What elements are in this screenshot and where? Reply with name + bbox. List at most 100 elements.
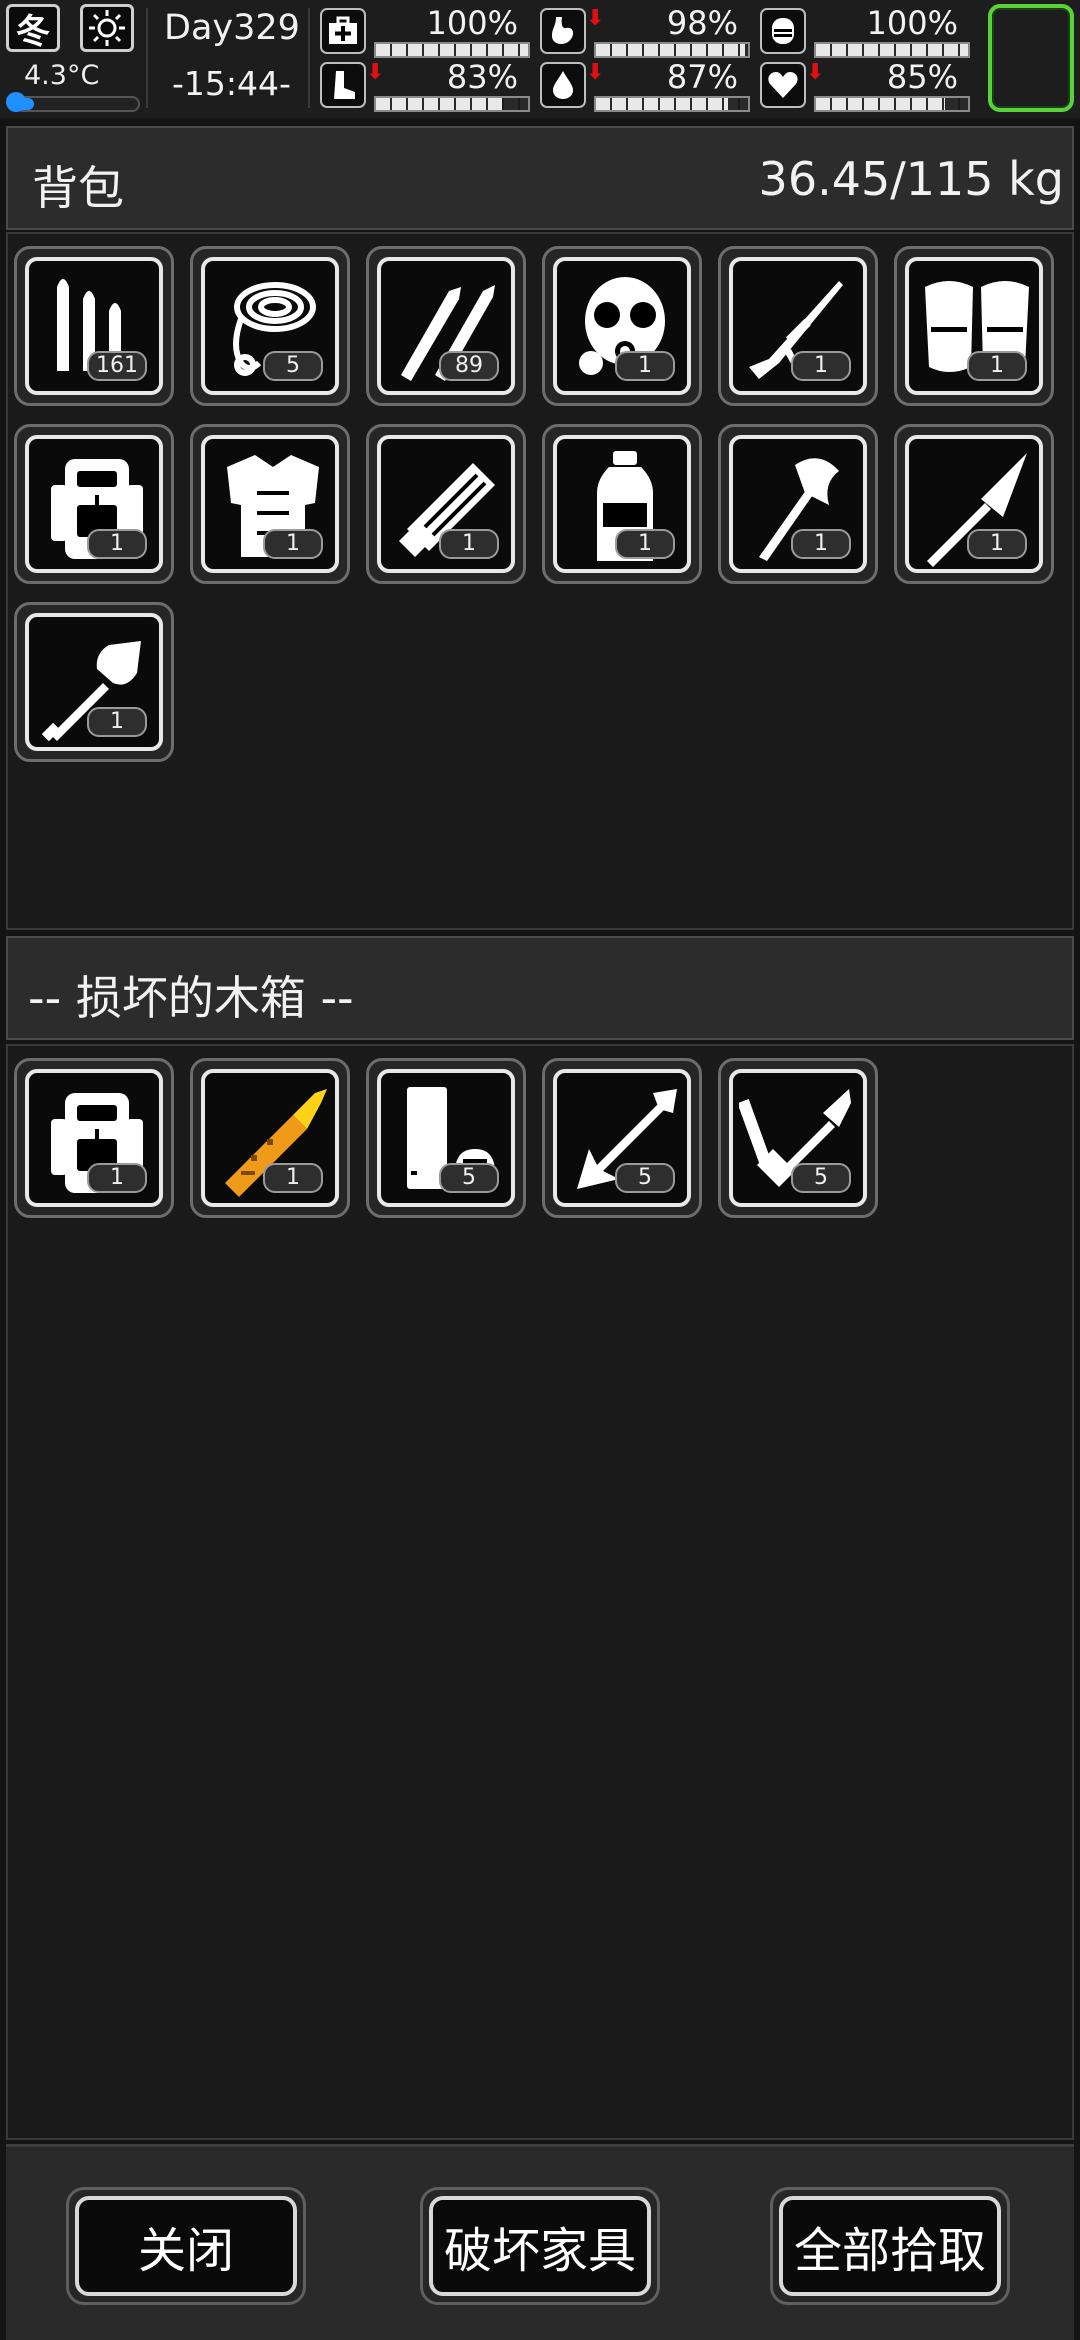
item-slot-frame: 5 xyxy=(377,1069,515,1207)
item-count: 5 xyxy=(615,1163,675,1193)
item-slot-frame: 5 xyxy=(201,257,339,395)
stamina-fill xyxy=(376,98,503,110)
item-slot-frame: 89 xyxy=(377,257,515,395)
season-label: 冬 xyxy=(16,11,50,52)
stomach-icon xyxy=(540,8,586,54)
item-slot[interactable]: 1 xyxy=(366,424,526,584)
item-slot[interactable]: 5 xyxy=(366,1058,526,1218)
item-slot[interactable]: 1 xyxy=(190,1058,350,1218)
item-slot-frame: 1 xyxy=(25,613,163,751)
item-slot-frame: 161 xyxy=(25,257,163,395)
item-count: 1 xyxy=(439,529,499,559)
item-slot-frame: 5 xyxy=(729,1069,867,1207)
item-count: 1 xyxy=(87,1163,147,1193)
divider xyxy=(308,8,310,108)
thermometer-icon xyxy=(6,92,26,112)
item-slot[interactable]: 5 xyxy=(542,1058,702,1218)
item-count: 5 xyxy=(439,1163,499,1193)
item-slot-frame: 1 xyxy=(377,435,515,573)
hunger-fill xyxy=(596,44,745,56)
item-slot[interactable]: 1 xyxy=(894,424,1054,584)
mood-value: 85% xyxy=(886,58,958,96)
backpack-title: 背包 xyxy=(32,161,124,215)
backpack-header: 背包 36.45/115 kg xyxy=(6,126,1074,230)
item-slot[interactable]: 1 xyxy=(14,424,174,584)
water-drop-icon xyxy=(540,62,586,108)
item-slot[interactable]: 1 xyxy=(14,602,174,762)
item-slot[interactable]: 1 xyxy=(894,246,1054,406)
hunger-value: 98% xyxy=(666,4,738,42)
stamina-bar xyxy=(374,96,530,112)
item-count: 161 xyxy=(87,351,147,381)
action-bar: 关闭 破坏家具 全部拾取 xyxy=(6,2144,1074,2340)
item-slot-frame: 1 xyxy=(201,435,339,573)
item-slot[interactable]: 1 xyxy=(190,424,350,584)
item-count: 1 xyxy=(87,707,147,737)
status-bar: 冬 4.3°C Day329 -15:44- 100% ⬇ 98% 100% ⬇… xyxy=(0,0,1080,118)
item-count: 5 xyxy=(791,1163,851,1193)
decrease-arrow-icon: ⬇ xyxy=(586,6,605,31)
stat-hunger: ⬇ 98% xyxy=(540,4,750,58)
item-count: 1 xyxy=(615,529,675,559)
decrease-arrow-icon: ⬇ xyxy=(366,60,385,85)
item-slot[interactable]: 161 xyxy=(14,246,174,406)
item-slot[interactable]: 1 xyxy=(14,1058,174,1218)
stat-mood: ⬇ 85% xyxy=(760,58,970,112)
destroy-furniture-button[interactable]: 破坏家具 xyxy=(420,2187,660,2305)
item-count: 1 xyxy=(967,351,1027,381)
hunger-bar xyxy=(594,42,750,58)
item-slot-frame: 1 xyxy=(25,435,163,573)
thirst-value: 87% xyxy=(666,58,738,96)
thirst-bar xyxy=(594,96,750,112)
heart-icon xyxy=(760,62,806,108)
sun-icon xyxy=(80,4,134,52)
stat-bladder: 100% xyxy=(760,4,970,58)
container-header: -- 损坏的木箱 -- xyxy=(6,936,1074,1040)
item-slot-frame: 5 xyxy=(553,1069,691,1207)
item-count: 1 xyxy=(615,351,675,381)
item-count: 1 xyxy=(263,529,323,559)
close-button[interactable]: 关闭 xyxy=(66,2187,306,2305)
item-slot[interactable]: 5 xyxy=(190,246,350,406)
close-button-label: 关闭 xyxy=(75,2196,297,2296)
item-slot[interactable]: 89 xyxy=(366,246,526,406)
destroy-furniture-label: 破坏家具 xyxy=(429,2196,651,2296)
medkit-icon xyxy=(320,8,366,54)
take-all-label: 全部拾取 xyxy=(779,2196,1001,2296)
item-slot-frame: 1 xyxy=(729,435,867,573)
item-count: 89 xyxy=(439,351,499,381)
clock-time: -15:44- xyxy=(172,64,291,103)
item-slot[interactable]: 1 xyxy=(542,424,702,584)
equipped-slot[interactable] xyxy=(988,4,1074,112)
item-slot[interactable]: 5 xyxy=(718,1058,878,1218)
decrease-arrow-icon: ⬇ xyxy=(806,60,825,85)
item-slot[interactable]: 1 xyxy=(718,246,878,406)
item-slot-frame: 1 xyxy=(201,1069,339,1207)
decrease-arrow-icon: ⬇ xyxy=(586,60,605,85)
stat-stamina: ⬇ 83% xyxy=(320,58,530,112)
health-value: 100% xyxy=(426,4,518,42)
divider xyxy=(146,8,148,108)
bladder-value: 100% xyxy=(866,4,958,42)
health-bar xyxy=(374,42,530,58)
item-slot[interactable]: 1 xyxy=(718,424,878,584)
take-all-button[interactable]: 全部拾取 xyxy=(770,2187,1010,2305)
item-slot-frame: 1 xyxy=(729,257,867,395)
item-slot-frame: 1 xyxy=(25,1069,163,1207)
day-counter: Day329 xyxy=(164,8,300,48)
item-count: 1 xyxy=(791,351,851,381)
item-count: 1 xyxy=(263,1163,323,1193)
item-count: 5 xyxy=(263,351,323,381)
stamina-value: 83% xyxy=(446,58,518,96)
item-slot-frame: 1 xyxy=(905,435,1043,573)
item-count: 1 xyxy=(791,529,851,559)
item-slot-frame: 1 xyxy=(553,435,691,573)
temperature-bar xyxy=(14,96,140,112)
bladder-icon xyxy=(760,8,806,54)
foot-icon xyxy=(320,62,366,108)
health-fill xyxy=(376,44,528,56)
item-count: 1 xyxy=(87,529,147,559)
season-badge: 冬 xyxy=(6,4,60,52)
item-slot[interactable]: 1 xyxy=(542,246,702,406)
mood-fill xyxy=(816,98,946,110)
